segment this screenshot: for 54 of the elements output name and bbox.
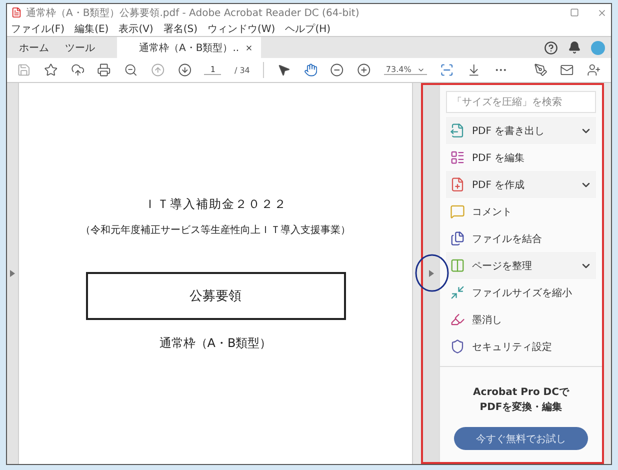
pointer-icon[interactable]	[276, 63, 291, 77]
menu-item[interactable]: 編集(E)	[74, 22, 109, 36]
scrollbar[interactable]	[412, 83, 421, 464]
zoom-out-icon[interactable]	[330, 63, 344, 77]
help-icon[interactable]	[544, 40, 558, 54]
fit-page-icon[interactable]	[440, 63, 454, 77]
next-page-icon[interactable]	[178, 63, 192, 77]
trial-button[interactable]: 今すぐ無料でお試し	[454, 427, 588, 450]
close-icon[interactable]	[597, 8, 607, 18]
tool-item[interactable]: PDF を作成	[446, 171, 596, 198]
share-icon[interactable]	[587, 63, 601, 77]
boxed-title: 公募要領	[86, 272, 346, 320]
zoom-in-icon[interactable]	[357, 63, 371, 77]
expand-arrow-icon[interactable]	[10, 270, 15, 277]
zoom-out-icon[interactable]	[124, 63, 138, 77]
star-icon[interactable]	[44, 63, 58, 77]
menu-item[interactable]: ファイル(F)	[11, 22, 65, 36]
hand-icon[interactable]	[304, 63, 318, 77]
tab[interactable]: 通常枠（A・B類型）..	[117, 37, 262, 58]
promo-text: Acrobat Pro DCで PDFを変換・編集	[473, 386, 569, 415]
menu-item[interactable]: 署名(S)	[163, 22, 198, 36]
pdf-file-icon	[11, 7, 22, 18]
scroll-mode-icon[interactable]	[467, 63, 481, 77]
mail-icon[interactable]	[560, 63, 574, 77]
window-title: 通常枠（A・B類型）公募要領.pdf - Adobe Acrobat Reader DC (64-bit)	[26, 6, 360, 20]
collapse-arrow-icon[interactable]	[428, 270, 434, 277]
tool-item[interactable]: ページを整理	[446, 252, 596, 279]
tab[interactable]: ホーム	[11, 37, 57, 58]
tool-item[interactable]: コメント	[446, 198, 596, 225]
maximize-icon[interactable]	[570, 8, 579, 17]
menu-item[interactable]: ウィンドウ(W)	[208, 22, 276, 36]
close-tab-icon[interactable]	[245, 44, 254, 52]
tool-item[interactable]: セキュリティ設定	[446, 333, 596, 360]
page-total: / 34	[234, 66, 250, 74]
zoom-field[interactable]: 73.4%	[384, 65, 428, 75]
scrollbar[interactable]	[604, 83, 611, 464]
document-title: ＩＴ導入補助金２０２２	[144, 196, 287, 213]
menu-item[interactable]: ヘルプ(H)	[285, 22, 331, 36]
print-icon[interactable]	[97, 63, 112, 77]
document-category: 通常枠（A・B類型）	[159, 335, 272, 352]
search-field[interactable]: 「サイズを圧縮」を検索	[446, 91, 596, 113]
tool-item[interactable]: ファイルサイズを縮小	[446, 279, 596, 306]
page-number-field[interactable]: 1	[204, 65, 222, 75]
document-subtitle: （令和元年度補正サービス等生産性向上ＩＴ導入支援事業）	[80, 224, 350, 237]
tool-item[interactable]: ファイルを結合	[446, 225, 596, 252]
annotation-circle	[414, 253, 450, 293]
tool-item[interactable]: PDF を書き出し	[446, 117, 596, 144]
tab[interactable]: ツール	[57, 37, 103, 58]
bell-icon[interactable]	[568, 41, 581, 54]
tool-item[interactable]: 墨消し	[446, 306, 596, 333]
upload-icon[interactable]	[70, 63, 84, 77]
menu-item[interactable]: 表示(V)	[118, 22, 154, 36]
tool-item[interactable]: PDF を編集	[446, 144, 596, 171]
sign-icon[interactable]	[534, 63, 548, 77]
